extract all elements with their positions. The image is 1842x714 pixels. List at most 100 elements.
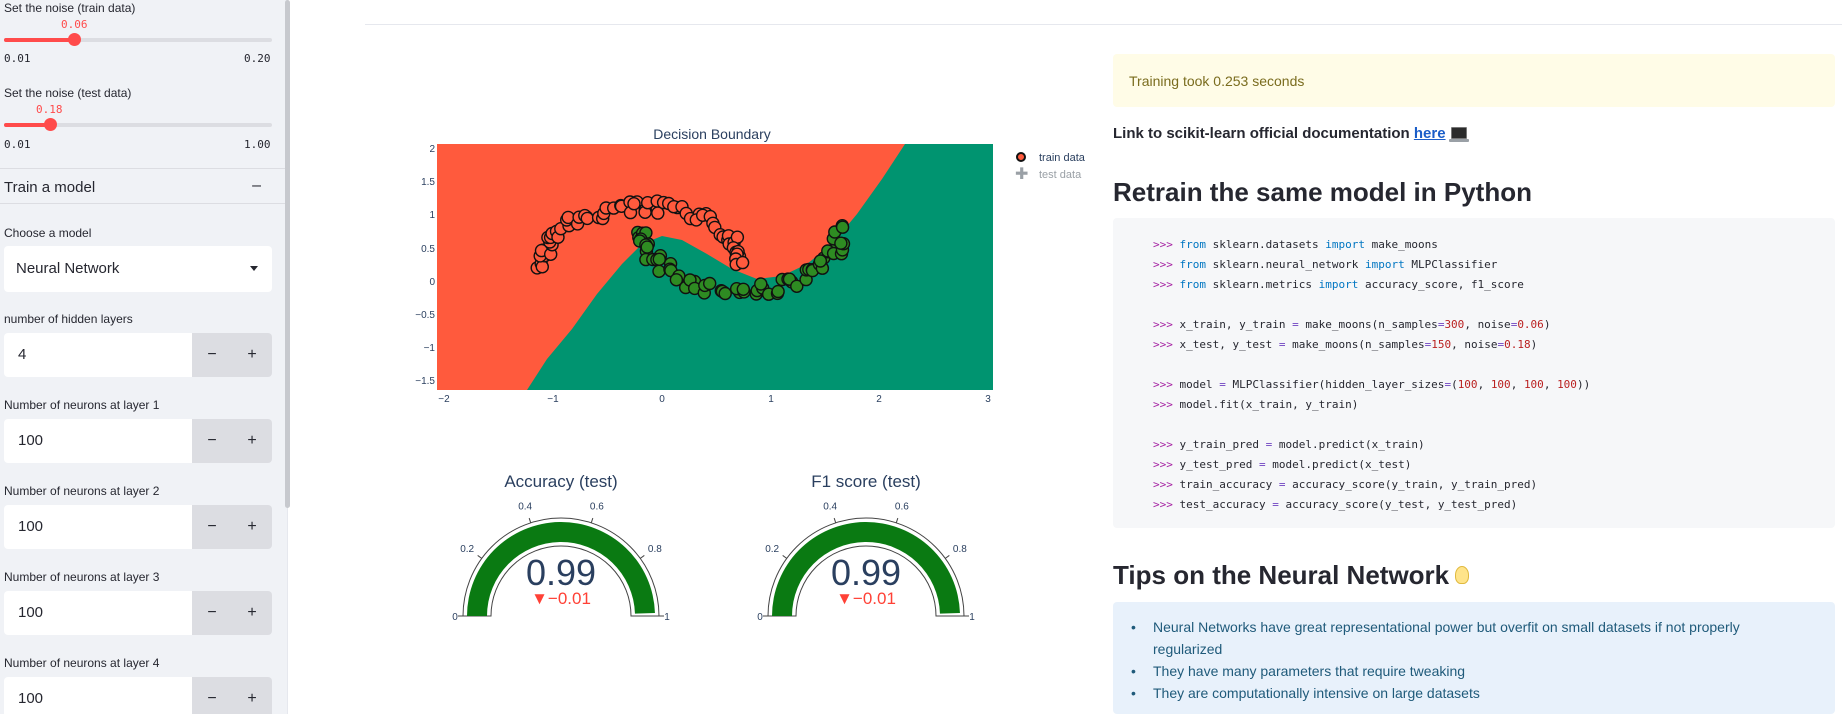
- noise-test-slider[interactable]: [4, 118, 272, 131]
- accuracy-gauge-value: 0.99: [525, 552, 597, 593]
- gauge-tick-label: 0.6: [590, 502, 604, 513]
- train-legend-marker: [1016, 152, 1026, 162]
- x-tick-label: −1: [547, 394, 559, 405]
- neurons-layer-3-plus-button[interactable]: +: [232, 591, 272, 635]
- test-data-point: [754, 277, 768, 291]
- code-line: >>> y_train_pred = model.predict(x_train…: [1153, 438, 1425, 451]
- plot-title: Decision Boundary: [653, 126, 771, 142]
- training-time-alert: Training took 0.253 seconds: [1113, 54, 1835, 107]
- train-legend-label[interactable]: train data: [1039, 152, 1085, 164]
- test-data-point: [736, 282, 750, 297]
- accuracy-gauge-delta: ▼−0.01: [531, 589, 591, 608]
- hidden-layers-minus-button[interactable]: −: [192, 333, 232, 377]
- noise-train-slider-thumb[interactable]: [68, 33, 81, 46]
- noise-train-label: Set the noise (train data): [4, 1, 136, 15]
- gauge-tick-label: 0: [757, 612, 763, 623]
- code-line: >>> from sklearn.datasets import make_mo…: [1153, 238, 1438, 251]
- gauge-tick: [833, 517, 837, 523]
- gauge-tick: [895, 517, 899, 523]
- y-tick-label: 1.5: [421, 177, 435, 188]
- noise-train-min: 0.01: [4, 52, 31, 65]
- decision-boundary-plot[interactable]: [437, 144, 993, 390]
- model-select[interactable]: Neural Network: [4, 246, 272, 292]
- train-data-point: [535, 260, 550, 274]
- test-legend-label[interactable]: test data: [1039, 169, 1081, 181]
- neurons-layer-1-input[interactable]: 100: [4, 419, 192, 463]
- hidden-layers-plus-button[interactable]: +: [232, 333, 272, 377]
- tip-text: Neural Networks have great representatio…: [1153, 619, 1740, 657]
- y-tick-label: −1: [423, 343, 435, 354]
- bullet-icon: •: [1131, 663, 1136, 679]
- test-data-point: [703, 276, 717, 291]
- train-data-point: [627, 197, 641, 211]
- neurons-layer-4-minus-button[interactable]: −: [192, 677, 232, 714]
- neurons-layer-2-minus-button[interactable]: −: [192, 505, 232, 549]
- neurons-layer-2-input[interactable]: 100: [4, 505, 192, 549]
- neurons-layer-2-plus-button[interactable]: +: [232, 505, 272, 549]
- gauge-tick-label: 0: [452, 612, 458, 623]
- test-data-point: [835, 220, 850, 234]
- noise-train-max: 0.20: [244, 52, 271, 65]
- sidebar: Set the noise (train data) 0.06 0.01 0.2…: [0, 0, 290, 714]
- neurons-layer-4-plus-button[interactable]: +: [232, 677, 272, 714]
- train-model-title: Train a model: [4, 179, 96, 196]
- tip-text: They have many parameters that require t…: [1153, 663, 1466, 679]
- noise-train-value: 0.06: [61, 18, 88, 31]
- y-tick-label: 0.5: [421, 244, 435, 255]
- y-tick-label: 1: [429, 210, 435, 221]
- hidden-layers-stepper: 4 − +: [4, 333, 272, 377]
- gauge-tick-label: 0.6: [895, 502, 909, 513]
- neurons-layer-3-minus-button[interactable]: −: [192, 591, 232, 635]
- neurons-layer-1-value: 100: [18, 432, 44, 449]
- docs-link-line: Link to scikit-learn official documentat…: [1113, 125, 1469, 142]
- tips-heading: Tips on the Neural Network: [1113, 560, 1450, 590]
- code-line: >>> x_test, y_test = make_moons(n_sample…: [1153, 338, 1538, 351]
- chevron-down-icon: [250, 266, 258, 271]
- code-line: >>> model = MLPClassifier(hidden_layer_s…: [1153, 378, 1591, 391]
- neurons-layer-1-plus-button[interactable]: +: [232, 419, 272, 463]
- neurons-layer-4-value: 100: [18, 690, 44, 707]
- neurons-layer-3-input[interactable]: 100: [4, 591, 192, 635]
- x-tick-label: 1: [768, 394, 774, 405]
- train-model-expander[interactable]: Train a model –: [0, 168, 285, 204]
- neurons-layer-4-label: Number of neurons at layer 4: [4, 656, 160, 670]
- gauge-tick-label: 0.4: [518, 502, 532, 513]
- sidebar-scrollbar[interactable]: [285, 0, 290, 508]
- neurons-layer-2-label: Number of neurons at layer 2: [4, 484, 160, 498]
- gauge-tick: [590, 517, 594, 523]
- docs-link[interactable]: here: [1414, 125, 1446, 142]
- lightbulb-icon: [1455, 566, 1470, 584]
- bullet-icon: •: [1131, 685, 1136, 701]
- hidden-layers-label: number of hidden layers: [4, 312, 133, 326]
- code-line: >>> from sklearn.neural_network import M…: [1153, 258, 1498, 271]
- code-line: >>> y_test_pred = model.predict(x_test): [1153, 458, 1412, 471]
- test-data-point: [771, 284, 785, 299]
- tip-item: • Neural Networks have great representati…: [1131, 616, 1793, 660]
- neurons-layer-2-value: 100: [18, 518, 44, 535]
- gauge-tick-label: 1: [969, 612, 975, 623]
- header-divider: [365, 24, 1842, 25]
- noise-train-slider-fill: [4, 38, 74, 42]
- neurons-layer-3-label: Number of neurons at layer 3: [4, 570, 160, 584]
- code-line: >>> train_accuracy = accuracy_score(y_tr…: [1153, 478, 1538, 491]
- train-data-point: [580, 211, 595, 226]
- noise-train-slider[interactable]: [4, 33, 272, 46]
- neurons-layer-1-minus-button[interactable]: −: [192, 419, 232, 463]
- code-block[interactable]: >>> from sklearn.datasets import make_mo…: [1113, 218, 1835, 528]
- f1-gauge-title: F1 score (test): [811, 472, 921, 491]
- tip-item: • They have many parameters that require …: [1131, 660, 1793, 682]
- noise-test-slider-thumb[interactable]: [44, 118, 57, 131]
- noise-test-min: 0.01: [4, 138, 31, 151]
- tips-box: • Neural Networks have great representati…: [1113, 602, 1835, 714]
- noise-test-max: 1.00: [244, 138, 271, 151]
- plus-icon: ✚: [1015, 166, 1029, 183]
- collapse-icon[interactable]: –: [252, 177, 261, 195]
- tips-heading-row: Tips on the Neural Network: [1113, 560, 1470, 591]
- hidden-layers-value: 4: [18, 346, 27, 363]
- gauge-tick: [528, 517, 532, 523]
- y-tick-label: 0: [429, 277, 435, 288]
- accuracy-gauge-title: Accuracy (test): [504, 472, 618, 491]
- hidden-layers-input[interactable]: 4: [4, 333, 192, 377]
- neurons-layer-4-input[interactable]: 100: [4, 677, 192, 714]
- f1-gauge-delta: ▼−0.01: [836, 589, 896, 608]
